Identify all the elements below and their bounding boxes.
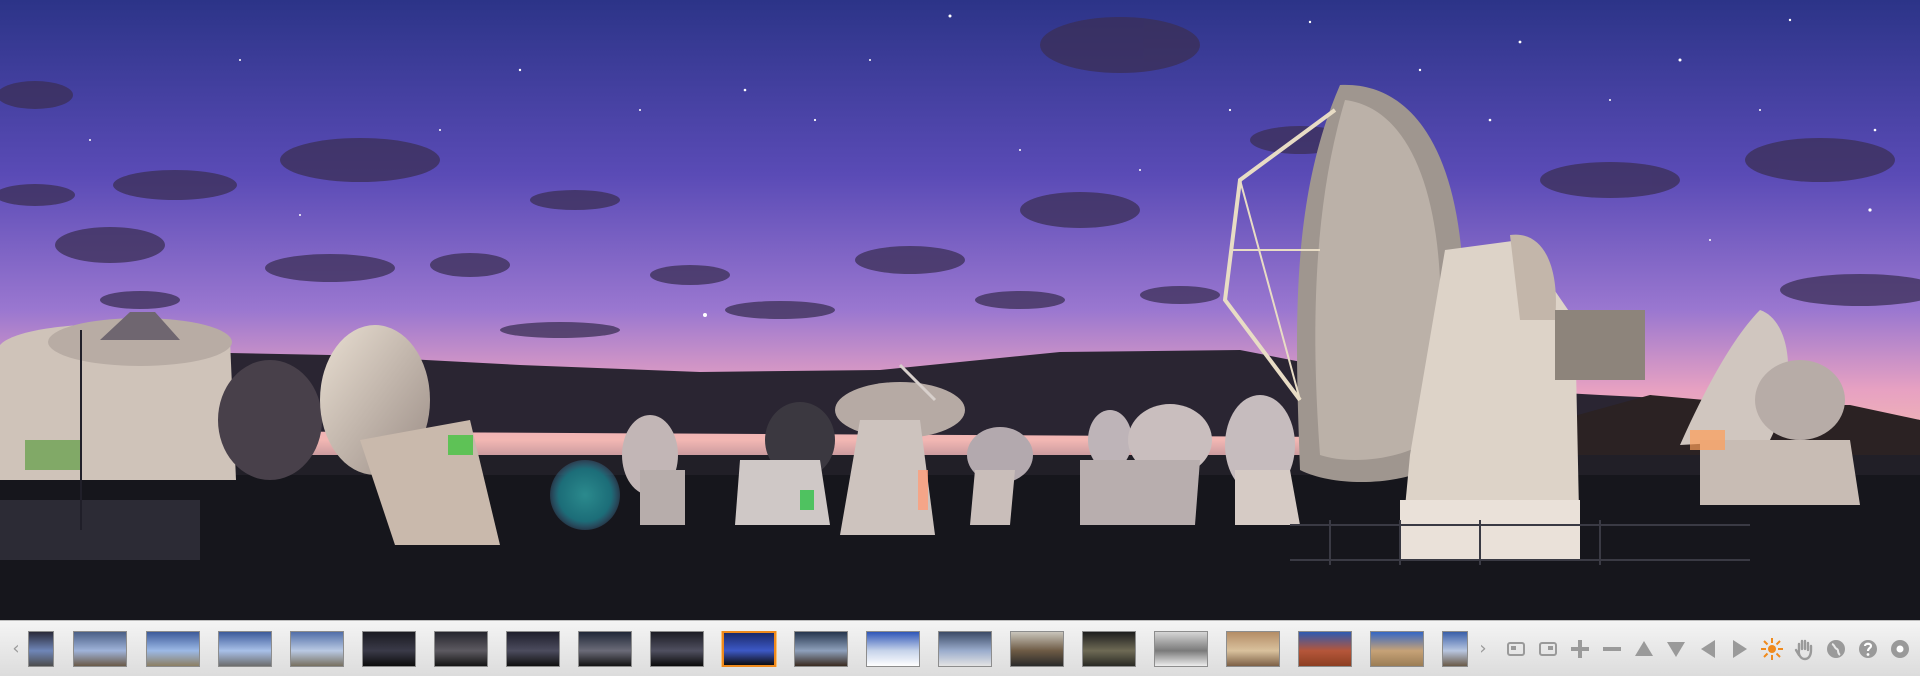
window-icon	[1507, 642, 1525, 656]
panorama-thumbnail[interactable]	[794, 631, 848, 667]
circle-icon	[1891, 640, 1909, 658]
thumbnail-strip	[28, 631, 1468, 667]
fullscreen-icon	[1539, 642, 1557, 656]
panorama-thumbnail[interactable]	[1226, 631, 1280, 667]
panorama-thumbnail[interactable]	[28, 631, 54, 667]
move-down-button[interactable]	[1662, 635, 1690, 663]
info-button[interactable]	[1886, 635, 1914, 663]
panorama-thumbnail[interactable]	[146, 631, 200, 667]
panorama-thumbnail[interactable]	[218, 631, 272, 667]
minus-icon	[1603, 647, 1621, 651]
scroll-thumbnails-right-button[interactable]: ›	[1473, 635, 1493, 661]
move-left-button[interactable]	[1694, 635, 1722, 663]
hand-icon	[1794, 639, 1813, 661]
move-right-button[interactable]	[1726, 635, 1754, 663]
panorama-thumbnail[interactable]	[506, 631, 560, 667]
sun-icon	[1761, 638, 1783, 660]
question-icon	[1859, 640, 1877, 658]
panorama-thumbnail[interactable]	[1154, 631, 1208, 667]
panorama-image[interactable]	[0, 0, 1920, 620]
triangle-up-icon	[1635, 641, 1653, 656]
zoom-in-button[interactable]	[1566, 635, 1594, 663]
panorama-thumbnail[interactable]	[290, 631, 344, 667]
panorama-thumbnail[interactable]	[1442, 631, 1468, 667]
panorama-thumbnail[interactable]	[362, 631, 416, 667]
zoom-out-button[interactable]	[1598, 635, 1626, 663]
panorama-thumbnail[interactable]	[938, 631, 992, 667]
panorama-view[interactable]	[0, 0, 1920, 620]
drag-mode-button[interactable]	[1790, 635, 1818, 663]
screen-mode-2-button[interactable]	[1534, 635, 1562, 663]
panorama-thumbnail[interactable]	[1370, 631, 1424, 667]
panorama-thumbnail[interactable]	[866, 631, 920, 667]
scroll-thumbnails-left-button[interactable]: ‹	[6, 635, 26, 661]
move-up-button[interactable]	[1630, 635, 1658, 663]
panorama-thumbnail[interactable]	[1010, 631, 1064, 667]
panorama-thumbnail[interactable]	[434, 631, 488, 667]
screen-mode-1-button[interactable]	[1502, 635, 1530, 663]
triangle-right-icon	[1733, 640, 1747, 658]
chevron-right-icon: ›	[1479, 637, 1487, 659]
panorama-thumbnail[interactable]	[721, 631, 777, 667]
panorama-thumbnail[interactable]	[1298, 631, 1352, 667]
help-button[interactable]	[1854, 635, 1882, 663]
plus-icon	[1571, 640, 1589, 658]
triangle-down-icon	[1667, 642, 1685, 657]
projection-button[interactable]	[1822, 635, 1850, 663]
triangle-left-icon	[1701, 640, 1715, 658]
panorama-thumbnail[interactable]	[578, 631, 632, 667]
globe-icon	[1827, 640, 1845, 658]
chevron-left-icon: ‹	[12, 637, 20, 659]
panorama-thumbnail[interactable]	[650, 631, 704, 667]
panorama-thumbnail[interactable]	[73, 631, 127, 667]
navigation-toolbar: ‹ ›	[0, 620, 1920, 676]
autorotate-button[interactable]	[1758, 635, 1786, 663]
panorama-thumbnail[interactable]	[1082, 631, 1136, 667]
